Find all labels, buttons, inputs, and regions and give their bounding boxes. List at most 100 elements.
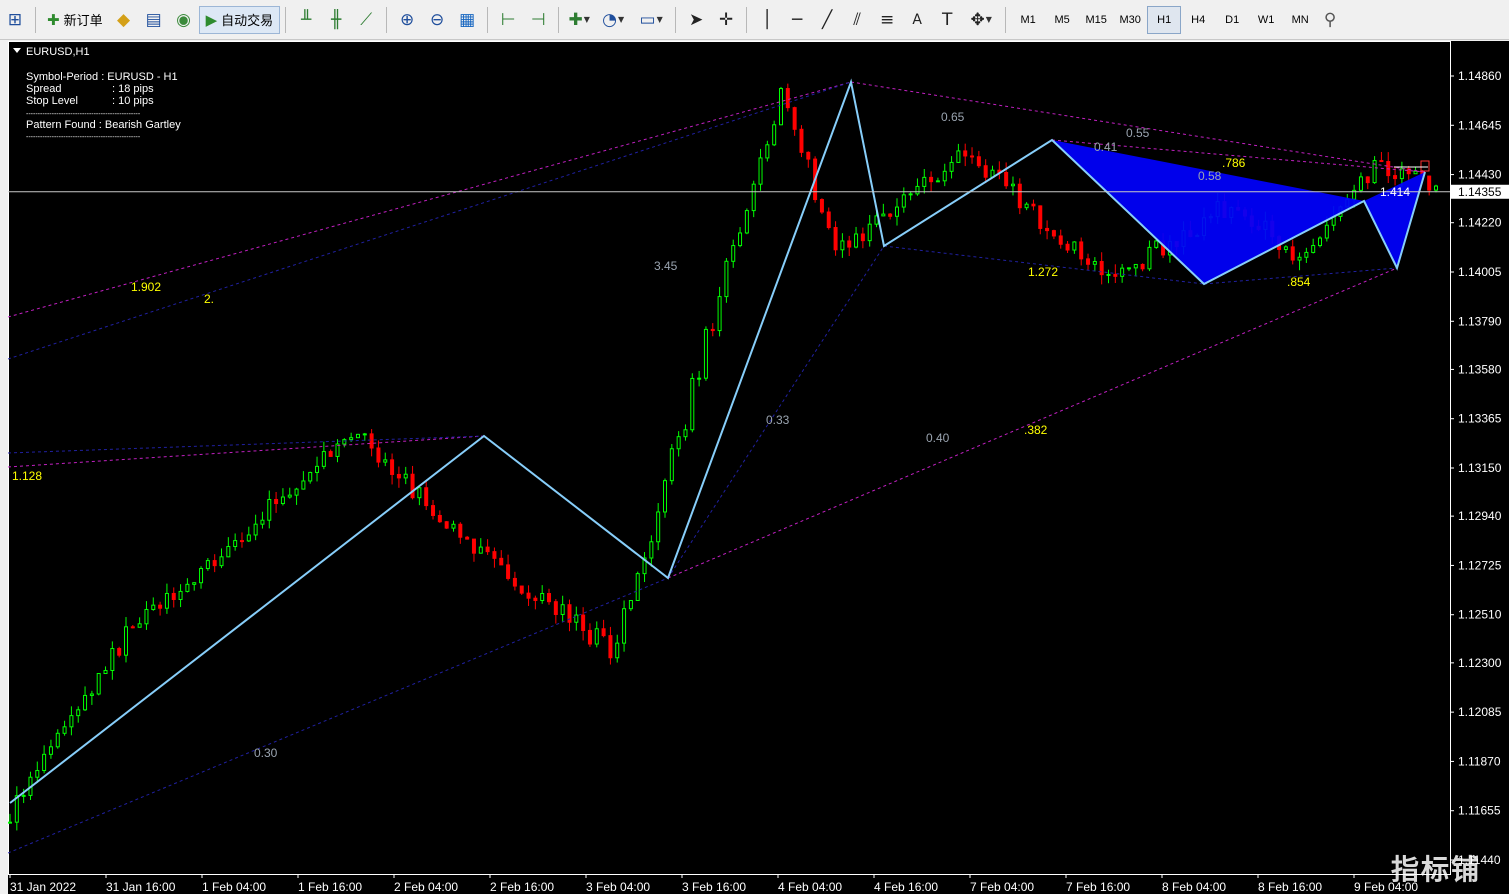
ratio-label: 1.414 [1380,185,1410,199]
auto-scroll-icon[interactable]: ⊣ [523,6,553,34]
candle [758,157,763,185]
timeframe-m5-button[interactable]: M5 [1045,6,1079,34]
chart-shift-icon[interactable]: ⊢ [493,6,523,34]
new-order-button[interactable]: ✚ 新订单 [41,6,109,34]
candle [1290,246,1295,261]
candle [42,753,47,772]
templates-icon[interactable]: ▭ ▼ [632,6,670,34]
candle [778,88,783,126]
candle [164,592,169,609]
candle [765,144,770,159]
fibonacci-icon[interactable]: ≡ [872,6,902,34]
market-watch-icon[interactable]: ⊞ [0,6,30,34]
timeframe-w1-button[interactable]: W1 [1249,6,1283,34]
candle [103,669,108,675]
candle [458,523,463,538]
horizontal-line-icon[interactable]: ─ [782,6,812,34]
candle [690,377,695,431]
candle [396,473,401,479]
zoom-in-icon[interactable]: ⊕ [392,6,422,34]
candle [1120,267,1125,277]
candle [1147,246,1152,270]
candle [137,623,142,628]
candle [533,597,538,602]
candlestick-chart-icon[interactable]: ╫ [321,6,351,34]
chart-canvas[interactable]: 1.14860 1.14645 1.14430 1.14220 1.14005 1.137… [8,41,1509,894]
equidistant-channel-icon[interactable]: ⫽ [842,6,872,34]
price-axis-label: 1.13790 [1458,314,1502,328]
candle [683,429,688,438]
candle [431,505,436,516]
cursor-icon[interactable]: ➤ [681,6,711,34]
search-icon[interactable]: ⚲ [1317,6,1343,34]
toolbar-separator [386,6,388,33]
candle [915,185,920,195]
info-spread-label: Spread [26,83,61,95]
text-icon[interactable]: A [902,6,932,34]
fibonacci-ratio-line [8,435,485,468]
candle [130,626,135,629]
candle [308,471,313,482]
metaeditor-icon[interactable]: ◆ [109,6,139,34]
price-axis-label: 1.12085 [1458,705,1502,719]
candle [1126,267,1131,270]
candle [349,437,354,441]
candle [649,541,654,559]
bar-chart-icon[interactable]: ╨ [291,6,321,34]
periods-icon[interactable]: ◔ ▼ [594,6,632,34]
ratio-label: .786 [1222,156,1246,170]
candle [1086,258,1091,265]
timeframe-m30-button[interactable]: M30 [1113,6,1147,34]
info-divider: ----------------------------------------… [26,134,141,141]
candle [956,150,961,163]
indicators-icon[interactable]: ✚ ▼ [564,6,594,34]
timeframe-d1-button[interactable]: D1 [1215,6,1249,34]
candle [676,436,681,450]
timeframe-h4-button[interactable]: H4 [1181,6,1215,34]
ratio-label: 0.40 [926,431,950,445]
signals-icon[interactable]: ◉ [169,6,199,34]
text-label-icon[interactable]: T [932,6,962,34]
price-axis-label: 1.12725 [1458,558,1502,572]
trendline-icon[interactable]: ╱ [812,6,842,34]
zoom-out-icon[interactable]: ⊖ [422,6,452,34]
chart-window[interactable]: 1.14860 1.14645 1.14430 1.14220 1.14005 1.137… [8,41,1509,894]
candle [8,821,12,824]
tile-windows-icon[interactable]: ▦ [452,6,482,34]
info-stop-value: : 10 pips [112,95,154,107]
candle [1031,203,1036,207]
timeframe-m15-button[interactable]: M15 [1079,6,1113,34]
ratio-label: 1.128 [12,469,42,483]
candle [96,673,101,695]
candle [1017,183,1022,209]
candle [274,498,279,505]
candle [48,746,53,755]
navigator-icon[interactable]: ▤ [139,6,169,34]
crosshair-icon[interactable]: ✛ [711,6,741,34]
ratio-label: 0.65 [941,110,965,124]
info-spread-value: : 18 pips [112,83,154,95]
arrows-icon[interactable]: ✥ ▼ [962,6,1000,34]
candle [547,593,552,603]
auto-trading-button[interactable]: ▶ 自动交易 [198,5,281,34]
time-axis-label: 3 Feb 16:00 [682,880,746,894]
candle [1311,245,1316,253]
candle [772,124,777,146]
chart-menu-icon[interactable] [13,48,21,53]
candle [983,165,988,178]
candle [212,560,217,567]
timeframe-mn-button[interactable]: MN [1283,6,1317,34]
candle [478,546,483,554]
timeframe-m1-button[interactable]: M1 [1011,6,1045,34]
toolbar-separator [35,6,36,33]
candle [717,296,722,332]
candle [703,328,708,379]
fibonacci-ratio-line [667,245,885,579]
candle [622,608,627,644]
candle [1304,251,1309,258]
vertical-line-icon[interactable]: │ [752,6,782,34]
pattern-fill-xab [1052,140,1364,284]
line-chart-icon[interactable]: ⟋ [351,6,381,34]
timeframe-h1-button[interactable]: H1 [1147,5,1182,34]
ratio-label: 0.58 [1198,169,1222,183]
